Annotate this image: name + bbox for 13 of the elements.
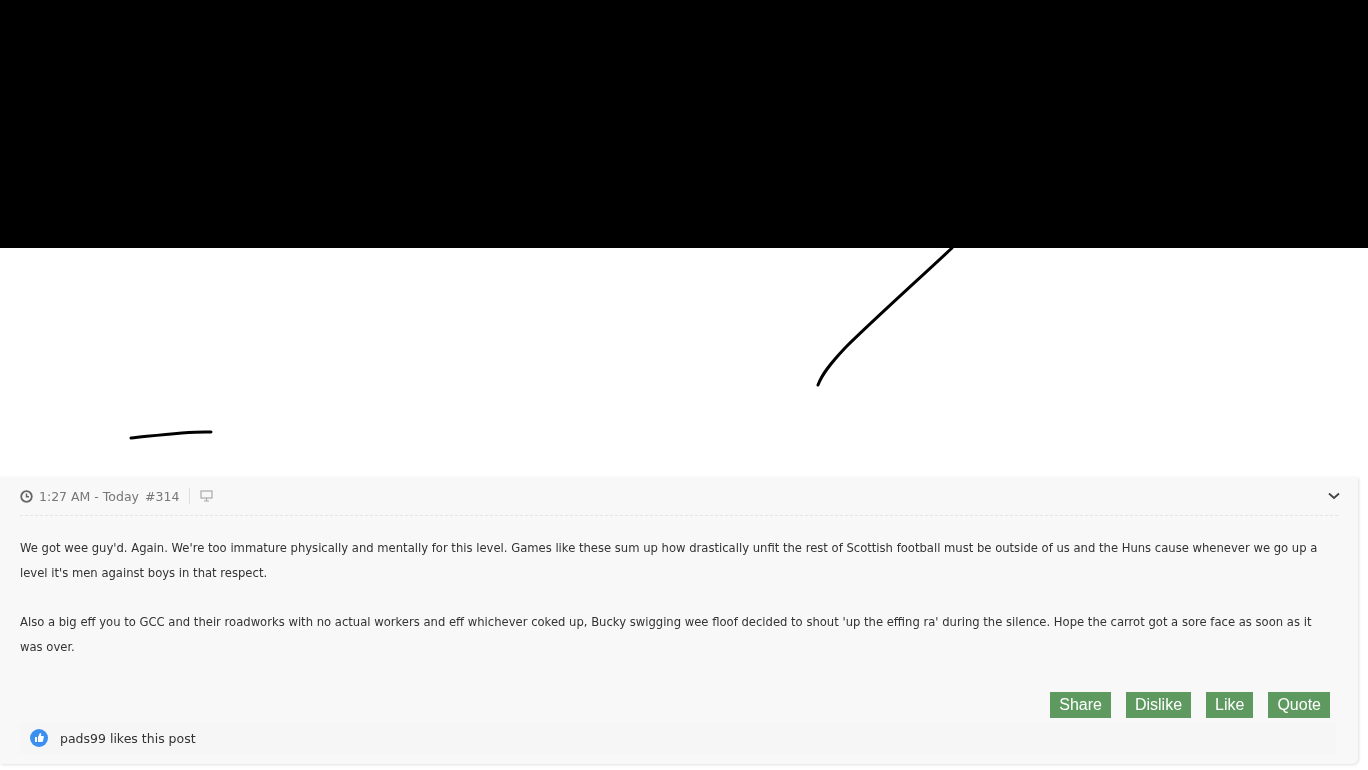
chevron-down-icon[interactable] [1328,492,1340,500]
monitor-icon [200,490,214,502]
post-time: 1:27 AM - Today [39,488,139,504]
likes-text: pads99 likes this post [60,730,196,746]
post-paragraph: We got wee guy'd. Again. We're too immature physically and mentally for this level. Games like these sum up how drastically unfit the rest of Scottish football must be outside of us and the Huns cause whenever we go up a level it's men against boys in that respect. [20,540,1319,582]
clock-icon [20,489,33,503]
action-button[interactable]: Dislike [1125,692,1192,718]
thumbs-up-icon [30,729,48,747]
post-paragraph: Also a big eff you to GCC and their roadworks with no actual workers and eff whichever coked up, Bucky swigging wee floof decided to shout 'up the effing ra' during the silence. Hope the carrot got a sore face as soon as it was over. [20,614,1313,656]
action-button[interactable]: Quote [1268,692,1330,718]
action-button[interactable]: Share [1050,692,1111,718]
action-button[interactable]: Like [1206,692,1254,718]
post-number[interactable]: #314 [145,488,180,504]
